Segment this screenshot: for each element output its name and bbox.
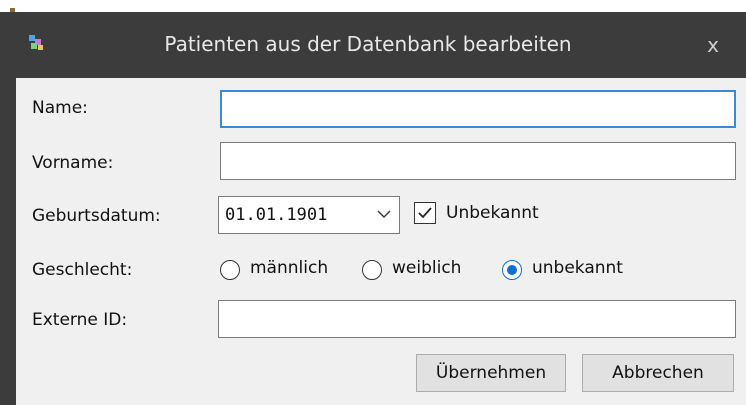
name-label: Name: [32, 98, 88, 118]
unbekannt-checkbox[interactable] [414, 202, 436, 224]
close-icon[interactable]: x [704, 35, 722, 55]
radio-maennlich[interactable] [220, 260, 240, 280]
apply-button[interactable]: Übernehmen [416, 354, 566, 392]
externe-id-input[interactable] [218, 300, 736, 338]
window-top-edge [0, 0, 746, 12]
name-input[interactable] [220, 90, 736, 128]
geburtsdatum-label: Geburtsdatum: [32, 206, 161, 226]
chevron-down-icon[interactable] [377, 209, 391, 219]
window-title: Patienten aus der Datenbank bearbeiten [164, 32, 572, 56]
geburtsdatum-combobox[interactable]: 01.01.1901 [218, 196, 400, 234]
radio-maennlich-label[interactable]: männlich [250, 258, 328, 278]
app-icon [29, 35, 43, 50]
radio-unbekannt[interactable] [502, 260, 522, 280]
radio-unbekannt-label[interactable]: unbekannt [532, 258, 623, 278]
vorname-input[interactable] [220, 142, 736, 180]
radio-weiblich-label[interactable]: weiblich [392, 258, 461, 278]
unbekannt-checkbox-label[interactable]: Unbekannt [446, 203, 539, 223]
vorname-label: Vorname: [32, 153, 114, 173]
dialog-body: Name: Vorname: Geburtsdatum: 01.01.1901 … [16, 78, 746, 405]
radio-weiblich[interactable] [362, 260, 382, 280]
title-bar: Patienten aus der Datenbank bearbeiten x [10, 12, 746, 78]
geschlecht-label: Geschlecht: [32, 260, 133, 280]
window-frame: Patienten aus der Datenbank bearbeiten x… [0, 0, 746, 405]
externe-id-label: Externe ID: [32, 310, 128, 330]
checkmark-icon [418, 207, 432, 219]
cancel-button[interactable]: Abbrechen [582, 354, 734, 392]
geburtsdatum-value: 01.01.1901 [225, 205, 328, 225]
